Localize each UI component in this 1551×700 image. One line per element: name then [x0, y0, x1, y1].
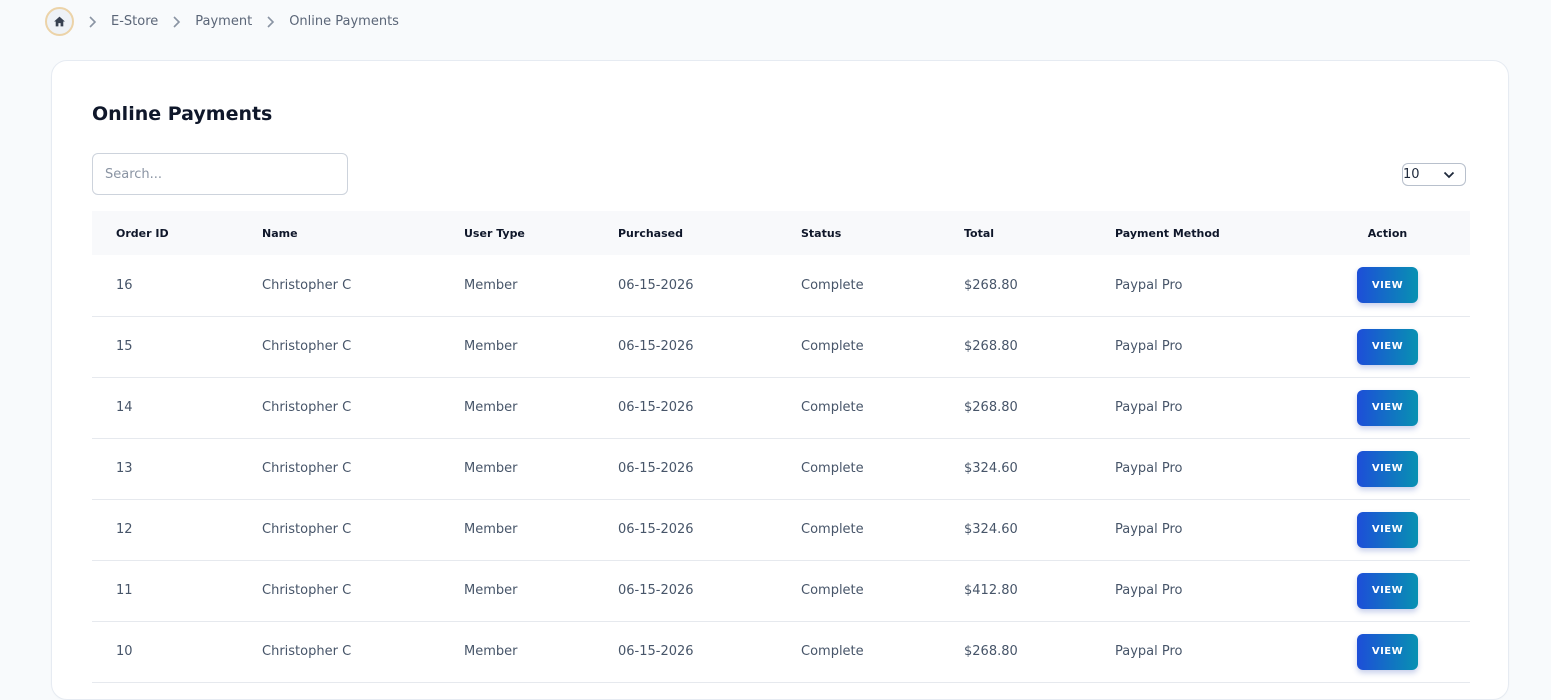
cell-total: $324.60: [964, 522, 1018, 537]
table-row: 13 Christopher C Member 06-15-2026 Compl…: [92, 438, 1470, 499]
per-page-select[interactable]: 10: [1402, 163, 1466, 186]
cell-action: VIEW: [1305, 316, 1470, 377]
cell-action: VIEW: [1305, 377, 1470, 438]
table-row: 14 Christopher C Member 06-15-2026 Compl…: [92, 377, 1470, 438]
cell-name: Christopher C: [262, 644, 352, 659]
breadcrumb-home-button[interactable]: [45, 7, 74, 36]
cell-payment-method: Paypal Pro: [1115, 461, 1183, 476]
cell-user-type: Member: [464, 277, 518, 293]
header-total[interactable]: Total: [940, 211, 1091, 255]
cell-status: Complete: [801, 644, 864, 659]
cell-action: VIEW: [1305, 560, 1470, 621]
cell-status: Complete: [801, 339, 864, 354]
table-row: 11 Christopher C Member 06-15-2026 Compl…: [92, 560, 1470, 621]
cell-name: Christopher C: [262, 277, 352, 293]
cell-payment-method: Paypal Pro: [1115, 583, 1183, 598]
payments-card: Online Payments 10 Order ID Name User Ty…: [51, 60, 1509, 700]
cell-payment-method: Paypal Pro: [1115, 277, 1183, 293]
cell-order-id: 14: [116, 400, 133, 415]
cell-payment-method: Paypal Pro: [1115, 339, 1183, 354]
cell-order-id: 10: [116, 644, 133, 659]
cell-order-id: 12: [116, 522, 133, 537]
chevron-down-icon: [1443, 171, 1455, 178]
breadcrumb: E-Store Payment Online Payments: [45, 7, 399, 36]
breadcrumb-current: Online Payments: [289, 14, 399, 29]
chevron-right-icon: [172, 15, 181, 29]
cell-purchased: 06-15-2026: [618, 400, 694, 415]
payments-table: Order ID Name User Type Purchased Status…: [92, 211, 1470, 683]
cell-order-id: 15: [116, 339, 133, 354]
cell-total: $412.80: [964, 583, 1018, 598]
search-input[interactable]: [92, 153, 348, 195]
breadcrumb-payment[interactable]: Payment: [195, 14, 252, 29]
cell-total: $268.80: [964, 400, 1018, 415]
cell-name: Christopher C: [262, 400, 352, 415]
cell-purchased: 06-15-2026: [618, 277, 694, 293]
cell-purchased: 06-15-2026: [618, 339, 694, 354]
view-button[interactable]: VIEW: [1357, 328, 1418, 365]
breadcrumb-estore[interactable]: E-Store: [111, 14, 158, 29]
chevron-right-icon: [266, 15, 275, 29]
cell-user-type: Member: [464, 400, 518, 415]
cell-purchased: 06-15-2026: [618, 644, 694, 659]
cell-order-id: 13: [116, 461, 133, 476]
header-status[interactable]: Status: [777, 211, 940, 255]
cell-user-type: Member: [464, 461, 518, 476]
chevron-right-icon: [88, 15, 97, 29]
cell-payment-method: Paypal Pro: [1115, 644, 1183, 659]
cell-purchased: 06-15-2026: [618, 583, 694, 598]
cell-payment-method: Paypal Pro: [1115, 522, 1183, 537]
view-button[interactable]: VIEW: [1357, 450, 1418, 487]
cell-name: Christopher C: [262, 461, 352, 476]
view-button[interactable]: VIEW: [1357, 633, 1418, 670]
cell-order-id: 16: [116, 277, 133, 293]
cell-order-id: 11: [116, 583, 133, 598]
cell-name: Christopher C: [262, 522, 352, 537]
cell-user-type: Member: [464, 583, 518, 598]
table-row: 12 Christopher C Member 06-15-2026 Compl…: [92, 499, 1470, 560]
header-name[interactable]: Name: [238, 211, 440, 255]
cell-user-type: Member: [464, 339, 518, 354]
cell-total: $268.80: [964, 644, 1018, 659]
cell-purchased: 06-15-2026: [618, 522, 694, 537]
cell-action: VIEW: [1305, 255, 1470, 316]
cell-name: Christopher C: [262, 339, 352, 354]
cell-action: VIEW: [1305, 438, 1470, 499]
cell-status: Complete: [801, 277, 864, 293]
header-user-type[interactable]: User Type: [440, 211, 594, 255]
per-page-value: 10: [1403, 167, 1420, 182]
cell-action: VIEW: [1305, 499, 1470, 560]
header-payment-method[interactable]: Payment Method: [1091, 211, 1305, 255]
cell-user-type: Member: [464, 522, 518, 537]
cell-total: $324.60: [964, 461, 1018, 476]
view-button[interactable]: VIEW: [1357, 267, 1418, 304]
cell-purchased: 06-15-2026: [618, 461, 694, 476]
cell-total: $268.80: [964, 339, 1018, 354]
view-button[interactable]: VIEW: [1357, 572, 1418, 609]
cell-status: Complete: [801, 400, 864, 415]
header-action: Action: [1367, 226, 1408, 240]
cell-status: Complete: [801, 461, 864, 476]
cell-status: Complete: [801, 583, 864, 598]
table-row: 10 Christopher C Member 06-15-2026 Compl…: [92, 621, 1470, 682]
view-button[interactable]: VIEW: [1357, 511, 1418, 548]
header-purchased[interactable]: Purchased: [594, 211, 777, 255]
cell-payment-method: Paypal Pro: [1115, 400, 1183, 415]
table-header-row: Order ID Name User Type Purchased Status…: [92, 211, 1470, 255]
home-icon: [54, 16, 65, 27]
cell-action: VIEW: [1305, 621, 1470, 682]
view-button[interactable]: VIEW: [1357, 389, 1418, 426]
cell-name: Christopher C: [262, 583, 352, 598]
cell-status: Complete: [801, 522, 864, 537]
page-title: Online Payments: [92, 103, 273, 125]
cell-total: $268.80: [964, 277, 1018, 293]
table-row: 16 Christopher C Member 06-15-2026 Compl…: [92, 255, 1470, 316]
cell-user-type: Member: [464, 644, 518, 659]
table-row: 15 Christopher C Member 06-15-2026 Compl…: [92, 316, 1470, 377]
header-order-id[interactable]: Order ID: [92, 211, 238, 255]
